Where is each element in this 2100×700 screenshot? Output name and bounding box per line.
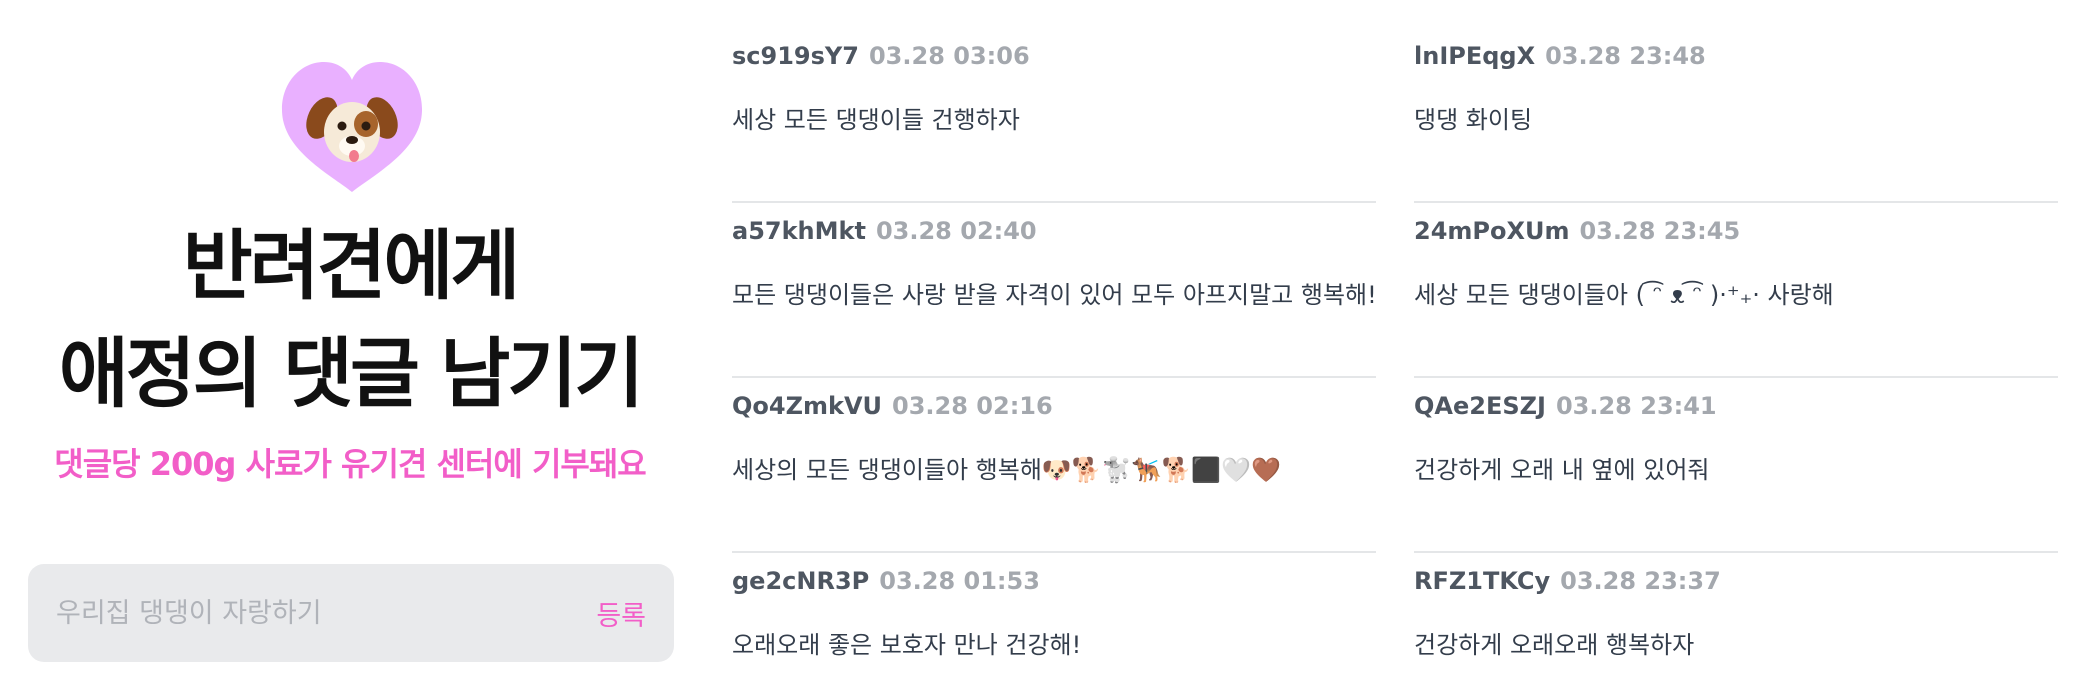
comment-text: 댕댕 화이팅	[1414, 106, 1533, 134]
comment-text: 세상의 모든 댕댕이들아 행복해🐶🐕🐩🐕‍🦺🐕‍⬛🤍🤎	[732, 456, 1281, 484]
comment-text: 건강하게 오래오래 행복하자	[1414, 631, 1695, 659]
comment-timestamp: 03.28 01:53	[879, 567, 1040, 595]
comment-timestamp: 03.28 03:06	[868, 42, 1030, 70]
comment-item: QAe2ESZJ 03.28 23:41 건강하게 오래 내 옆에 있어줘	[1414, 378, 2058, 553]
comment-meta: a57khMkt 03.28 02:40	[732, 217, 1037, 245]
comment-meta: RFZ1TKCy 03.28 23:37	[1414, 567, 1721, 595]
comment-list: sc919sY7 03.28 03:06 세상 모든 댕댕이들 건행하자 a57k…	[0, 0, 2100, 700]
comment-item: a57khMkt 03.28 02:40 모든 댕댕이들은 사랑 받을 자격이 있…	[732, 203, 1377, 378]
comment-item: sc919sY7 03.28 03:06 세상 모든 댕댕이들 건행하자	[732, 28, 1376, 203]
comment-meta: ge2cNR3P 03.28 01:53	[732, 567, 1040, 595]
comment-meta: Qo4ZmkVU 03.28 02:16	[732, 392, 1053, 420]
comment-item: Qo4ZmkVU 03.28 02:16 세상의 모든 댕댕이들아 행복해🐶🐕🐩🐕…	[732, 378, 1376, 553]
comment-timestamp: 03.28 23:37	[1560, 567, 1721, 595]
comment-text: 세상 모든 댕댕이들아 ( ͡ᵔ ᴥ ͡ᵔ )·⁺₊· 사랑해	[1414, 281, 1834, 309]
page: 반려견에게 애정의 댓글 남기기 댓글당 200g 사료가 유기견 센터에 기부…	[0, 0, 2100, 700]
comment-item: lnIPEqgX 03.28 23:48 댕댕 화이팅	[1414, 28, 2058, 203]
comment-meta: QAe2ESZJ 03.28 23:41	[1414, 392, 1717, 420]
comment-username: lnIPEqgX	[1414, 42, 1536, 70]
comment-timestamp: 03.28 23:45	[1579, 217, 1741, 245]
comment-meta: lnIPEqgX 03.28 23:48	[1414, 42, 1706, 70]
comment-timestamp: 03.28 23:48	[1545, 42, 1706, 70]
comment-column-left: sc919sY7 03.28 03:06 세상 모든 댕댕이들 건행하자 a57k…	[732, 28, 1377, 700]
comment-column-right: lnIPEqgX 03.28 23:48 댕댕 화이팅 24mPoXUm 03.28…	[1414, 28, 2058, 700]
comment-meta: sc919sY7 03.28 03:06	[732, 42, 1030, 70]
comment-username: a57khMkt	[732, 217, 866, 245]
comment-username: QAe2ESZJ	[1414, 392, 1546, 420]
comment-text: 건강하게 오래 내 옆에 있어줘	[1414, 456, 1710, 484]
comment-timestamp: 03.28 23:41	[1555, 392, 1717, 420]
comment-username: sc919sY7	[732, 42, 859, 70]
comment-text: 모든 댕댕이들은 사랑 받을 자격이 있어 모두 아프지말고 행복해!	[732, 281, 1377, 309]
comment-username: RFZ1TKCy	[1414, 567, 1551, 595]
comment-timestamp: 03.28 02:40	[875, 217, 1037, 245]
comment-text: 세상 모든 댕댕이들 건행하자	[732, 106, 1020, 134]
comment-username: ge2cNR3P	[732, 567, 870, 595]
comment-meta: 24mPoXUm 03.28 23:45	[1414, 217, 1740, 245]
comment-username: 24mPoXUm	[1414, 217, 1570, 245]
comment-timestamp: 03.28 02:16	[892, 392, 1053, 420]
comment-item: RFZ1TKCy 03.28 23:37 건강하게 오래오래 행복하자	[1414, 553, 2058, 700]
comment-item: ge2cNR3P 03.28 01:53 오래오래 좋은 보호자 만나 건강해!	[732, 553, 1376, 700]
comment-item: 24mPoXUm 03.28 23:45 세상 모든 댕댕이들아 ( ͡ᵔ ᴥ ͡…	[1414, 203, 2058, 378]
comment-username: Qo4ZmkVU	[732, 392, 883, 420]
comment-text: 오래오래 좋은 보호자 만나 건강해!	[732, 631, 1082, 659]
